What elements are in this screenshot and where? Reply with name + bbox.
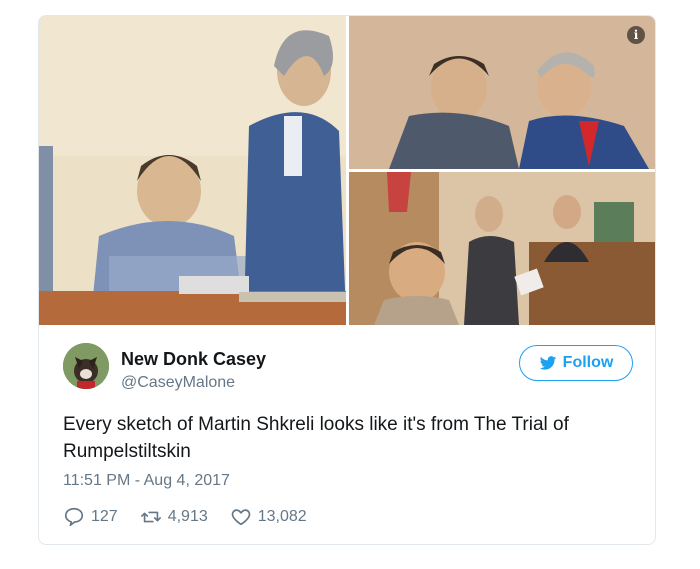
- avatar[interactable]: [63, 343, 109, 389]
- tweet-author: New Donk Casey @CaseyMalone Follow: [63, 343, 633, 403]
- author-name[interactable]: New Donk Casey: [121, 349, 266, 370]
- tweet-actions: 127 4,913 13,082: [63, 506, 329, 528]
- follow-label: Follow: [562, 354, 614, 371]
- tweet-text: Every sketch of Martin Shkreli looks lik…: [63, 414, 569, 462]
- follow-button[interactable]: Follow: [519, 345, 633, 381]
- retweet-icon: [140, 511, 161, 523]
- retweet-button[interactable]: 4,913: [140, 506, 208, 528]
- like-count: 13,082: [257, 508, 307, 525]
- heart-icon: [231, 509, 251, 526]
- courtroom-sketch-bottom-right[interactable]: [349, 172, 655, 325]
- like-button[interactable]: 13,082: [230, 506, 307, 528]
- media-grid[interactable]: i: [39, 16, 655, 325]
- tweet-card: i New Donk Casey @CaseyMalone Follow Eve…: [38, 15, 656, 545]
- info-icon[interactable]: i: [627, 26, 645, 44]
- courtroom-sketch-top-right[interactable]: [349, 16, 655, 169]
- twitter-bird-icon: [539, 356, 556, 370]
- author-handle[interactable]: @CaseyMalone: [121, 374, 235, 392]
- tweet-timestamp[interactable]: 11:51 PM - Aug 4, 2017: [63, 472, 230, 490]
- courtroom-sketch-left[interactable]: [39, 16, 346, 325]
- reply-count: 127: [91, 508, 118, 525]
- reply-icon: [64, 507, 84, 527]
- retweet-count: 4,913: [167, 508, 208, 525]
- reply-button[interactable]: 127: [63, 506, 118, 528]
